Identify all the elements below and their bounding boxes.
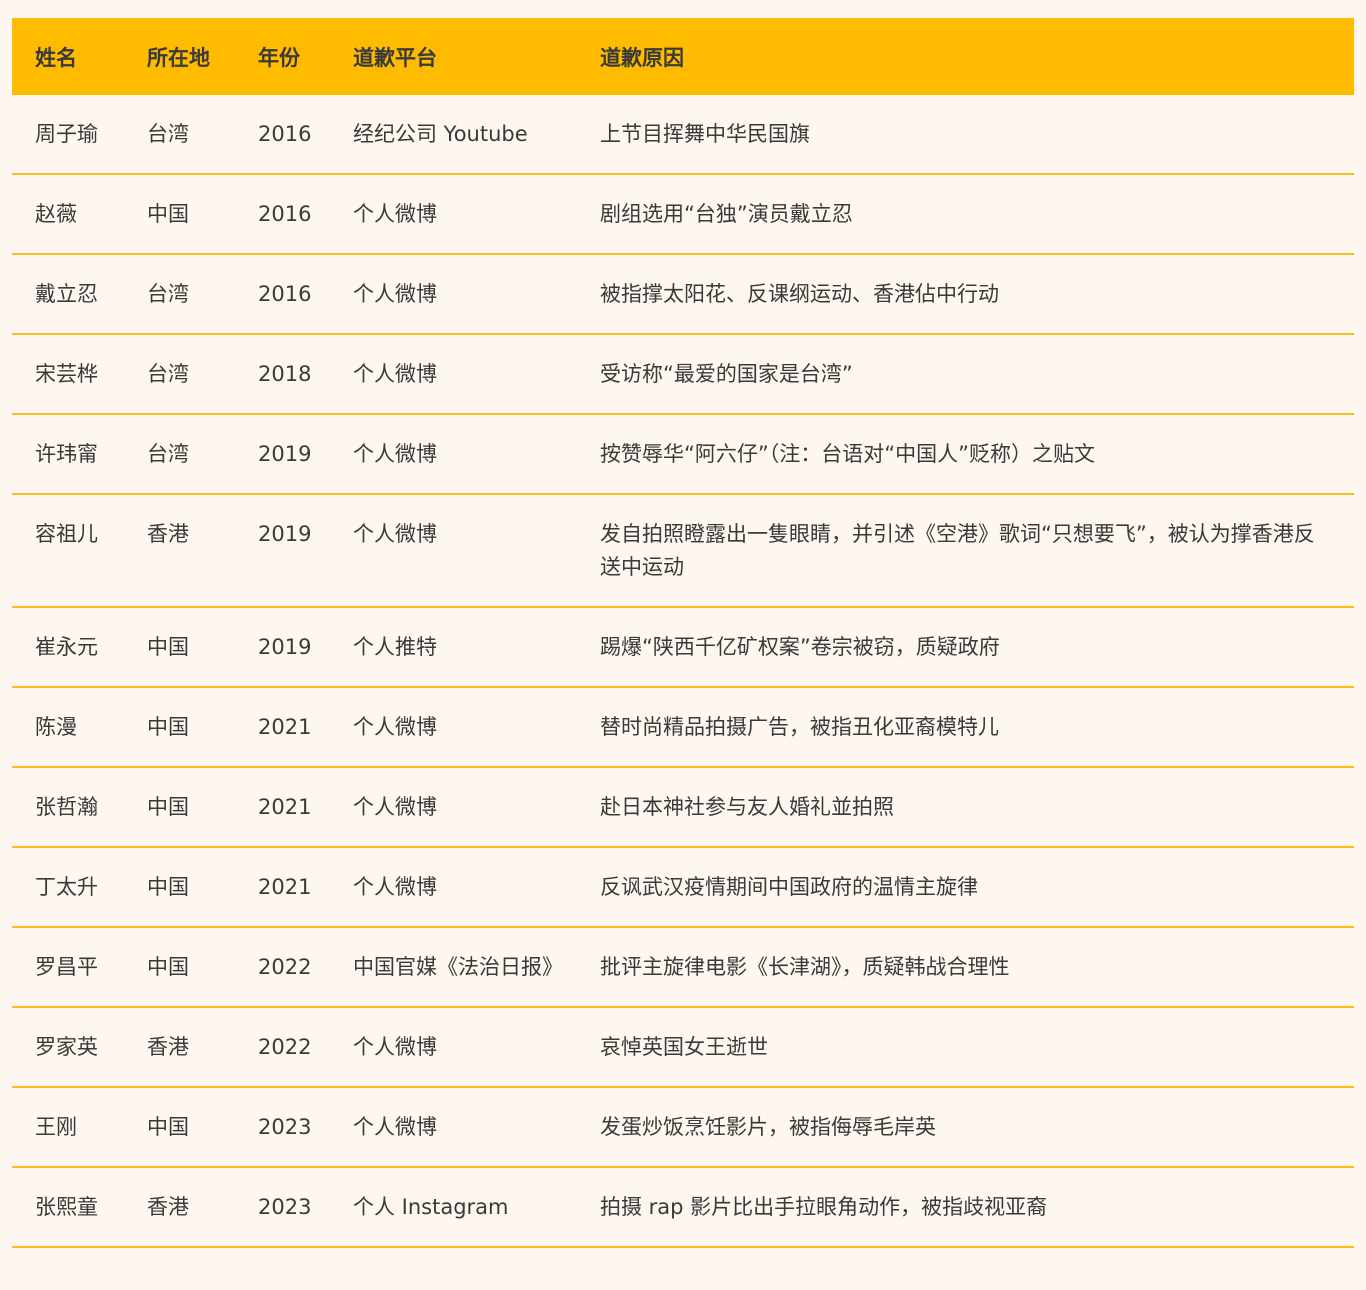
cell-year: 2022 — [258, 1035, 312, 1059]
cell-year: 2016 — [258, 122, 312, 146]
header-reason: 道歉原因 — [600, 45, 684, 70]
cell-name: 丁太升 — [35, 875, 98, 899]
cell-year: 2023 — [258, 1195, 312, 1219]
table-row: 崔永元 中国 2019 个人推特 踢爆“陕西千亿矿权案”卷宗被窃，质疑政府 — [12, 607, 1354, 687]
cell-location: 中国 — [147, 1115, 189, 1139]
cell-year: 2018 — [258, 362, 312, 386]
cell-location: 中国 — [147, 715, 189, 739]
cell-reason: 受访称“最爱的国家是台湾” — [600, 362, 853, 386]
cell-platform: 个人微博 — [353, 362, 437, 386]
apology-table-container: 姓名 所在地 年份 道歉平台 道歉原因 周子瑜 台湾 2016 经纪公司 You… — [12, 18, 1354, 1248]
cell-location: 中国 — [147, 635, 189, 659]
cell-reason: 拍摄 rap 影片比出手拉眼角动作，被指歧视亚裔 — [600, 1195, 1048, 1219]
cell-name: 戴立忍 — [35, 282, 98, 306]
cell-platform: 经纪公司 Youtube — [353, 122, 528, 146]
table-row: 宋芸桦 台湾 2018 个人微博 受访称“最爱的国家是台湾” — [12, 334, 1354, 414]
cell-location: 台湾 — [147, 362, 189, 386]
cell-platform: 个人微博 — [353, 795, 437, 819]
header-name: 姓名 — [35, 45, 77, 70]
cell-location: 中国 — [147, 795, 189, 819]
cell-reason: 发自拍照瞪露出一隻眼睛，并引述《空港》歌词“只想要飞”，被认为撑香港反送中运动 — [600, 522, 1315, 579]
table-row: 周子瑜 台湾 2016 经纪公司 Youtube 上节目挥舞中华民国旗 — [12, 95, 1354, 174]
cell-reason: 批评主旋律电影《长津湖》，质疑韩战合理性 — [600, 955, 1010, 979]
cell-platform: 个人微博 — [353, 442, 437, 466]
cell-year: 2016 — [258, 282, 312, 306]
cell-reason: 反讽武汉疫情期间中国政府的温情主旋律 — [600, 875, 978, 899]
table-row: 张哲瀚 中国 2021 个人微博 赴日本神社参与友人婚礼並拍照 — [12, 767, 1354, 847]
cell-name: 周子瑜 — [35, 122, 98, 146]
cell-reason: 踢爆“陕西千亿矿权案”卷宗被窃，质疑政府 — [600, 635, 1000, 659]
cell-name: 张哲瀚 — [35, 795, 98, 819]
cell-year: 2021 — [258, 875, 312, 899]
cell-reason: 剧组选用“台独”演员戴立忍 — [600, 202, 853, 226]
table-row: 戴立忍 台湾 2016 个人微博 被指撑太阳花、反课纲运动、香港佔中行动 — [12, 254, 1354, 334]
cell-name: 罗昌平 — [35, 955, 98, 979]
cell-platform: 中国官媒《法治日报》 — [353, 955, 563, 979]
cell-platform: 个人推特 — [353, 635, 437, 659]
cell-location: 台湾 — [147, 122, 189, 146]
table-row: 罗昌平 中国 2022 中国官媒《法治日报》 批评主旋律电影《长津湖》，质疑韩战… — [12, 927, 1354, 1007]
cell-name: 罗家英 — [35, 1035, 98, 1059]
cell-name: 王刚 — [35, 1115, 77, 1139]
cell-platform: 个人微博 — [353, 1115, 437, 1139]
table-header-row: 姓名 所在地 年份 道歉平台 道歉原因 — [12, 18, 1354, 95]
header-location: 所在地 — [147, 45, 210, 70]
cell-year: 2023 — [258, 1115, 312, 1139]
cell-location: 中国 — [147, 875, 189, 899]
cell-reason: 被指撑太阳花、反课纲运动、香港佔中行动 — [600, 282, 999, 306]
cell-year: 2016 — [258, 202, 312, 226]
cell-year: 2021 — [258, 795, 312, 819]
cell-platform: 个人微博 — [353, 875, 437, 899]
cell-reason: 替时尚精品拍摄广告，被指丑化亚裔模特儿 — [600, 715, 999, 739]
cell-location: 中国 — [147, 955, 189, 979]
cell-location: 台湾 — [147, 442, 189, 466]
table-row: 丁太升 中国 2021 个人微博 反讽武汉疫情期间中国政府的温情主旋律 — [12, 847, 1354, 927]
cell-reason: 赴日本神社参与友人婚礼並拍照 — [600, 795, 894, 819]
cell-location: 台湾 — [147, 282, 189, 306]
table-row: 罗家英 香港 2022 个人微博 哀悼英国女王逝世 — [12, 1007, 1354, 1087]
cell-name: 宋芸桦 — [35, 362, 98, 386]
cell-reason: 上节目挥舞中华民国旗 — [600, 122, 810, 146]
cell-name: 容祖儿 — [35, 522, 98, 546]
table-row: 陈漫 中国 2021 个人微博 替时尚精品拍摄广告，被指丑化亚裔模特儿 — [12, 687, 1354, 767]
header-year: 年份 — [258, 45, 300, 70]
cell-reason: 发蛋炒饭烹饪影片，被指侮辱毛岸英 — [600, 1115, 936, 1139]
cell-year: 2022 — [258, 955, 312, 979]
cell-location: 中国 — [147, 202, 189, 226]
cell-location: 香港 — [147, 1035, 189, 1059]
cell-location: 香港 — [147, 1195, 189, 1219]
cell-reason: 按赞辱华“阿六仔”（注：台语对“中国人”贬称）之贴文 — [600, 442, 1096, 466]
cell-platform: 个人微博 — [353, 202, 437, 226]
table-row: 张熙童 香港 2023 个人 Instagram 拍摄 rap 影片比出手拉眼角… — [12, 1167, 1354, 1247]
cell-name: 陈漫 — [35, 715, 77, 739]
cell-year: 2019 — [258, 522, 312, 546]
header-platform: 道歉平台 — [353, 45, 437, 70]
cell-platform: 个人微博 — [353, 522, 437, 546]
cell-platform: 个人微博 — [353, 282, 437, 306]
cell-reason: 哀悼英国女王逝世 — [600, 1035, 768, 1059]
cell-year: 2019 — [258, 635, 312, 659]
cell-name: 赵薇 — [35, 202, 77, 226]
apology-table: 姓名 所在地 年份 道歉平台 道歉原因 周子瑜 台湾 2016 经纪公司 You… — [12, 18, 1354, 1248]
cell-name: 许玮甯 — [35, 442, 98, 466]
table-row: 王刚 中国 2023 个人微博 发蛋炒饭烹饪影片，被指侮辱毛岸英 — [12, 1087, 1354, 1167]
table-row: 赵薇 中国 2016 个人微博 剧组选用“台独”演员戴立忍 — [12, 174, 1354, 254]
cell-platform: 个人 Instagram — [353, 1195, 509, 1219]
cell-year: 2019 — [258, 442, 312, 466]
cell-year: 2021 — [258, 715, 312, 739]
table-row: 容祖儿 香港 2019 个人微博 发自拍照瞪露出一隻眼睛，并引述《空港》歌词“只… — [12, 494, 1354, 607]
table-row: 许玮甯 台湾 2019 个人微博 按赞辱华“阿六仔”（注：台语对“中国人”贬称）… — [12, 414, 1354, 494]
cell-platform: 个人微博 — [353, 715, 437, 739]
cell-name: 张熙童 — [35, 1195, 98, 1219]
cell-platform: 个人微博 — [353, 1035, 437, 1059]
cell-location: 香港 — [147, 522, 189, 546]
cell-name: 崔永元 — [35, 635, 98, 659]
